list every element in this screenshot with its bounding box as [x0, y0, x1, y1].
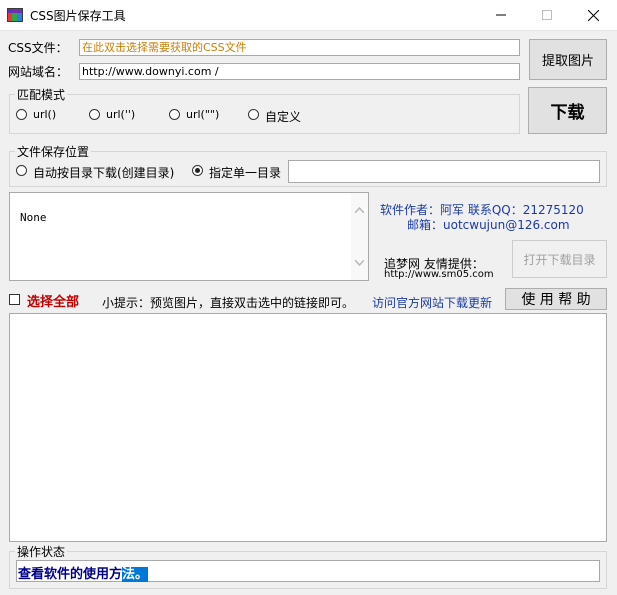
radio-icon	[89, 109, 100, 120]
save-option-single-dir[interactable]: 指定单一目录	[192, 165, 287, 180]
match-option-url-plain[interactable]: url()	[16, 108, 76, 123]
match-option-custom[interactable]: 自定义	[248, 109, 318, 124]
close-icon	[587, 9, 599, 21]
log-scrollbar[interactable]	[351, 193, 368, 280]
site-domain-label: 网站域名：	[8, 65, 69, 79]
status-text: 查看软件的使用方	[18, 567, 123, 582]
site-domain-input[interactable]: http://www.downyi.com /	[79, 63, 520, 80]
close-button[interactable]	[570, 0, 616, 30]
tip-text: 小提示：预览图片，直接双击选中的链接即可。	[102, 296, 355, 310]
image-link-list[interactable]	[9, 313, 607, 542]
match-option-url-single-quote[interactable]: url('')	[89, 108, 149, 123]
maximize-icon	[542, 10, 552, 20]
author-email: 邮箱：uotcwujun@126.com	[407, 218, 570, 232]
status-text-selected: 法。	[122, 567, 149, 582]
radio-icon	[16, 109, 27, 120]
open-download-dir-button[interactable]: 打开下载目录	[512, 240, 607, 278]
maximize-button[interactable]	[524, 0, 570, 30]
match-option-url-double-quote[interactable]: url("")	[169, 108, 229, 123]
log-textarea[interactable]: None	[9, 192, 369, 281]
title-bar: CSS图片保存工具	[0, 0, 617, 31]
save-directory-input[interactable]	[288, 160, 600, 183]
select-all-label[interactable]: 选择全部	[27, 291, 79, 310]
sponsor-url: http://www.sm05.com	[384, 269, 494, 280]
radio-checked-icon	[192, 165, 203, 176]
status-title: 操作状态	[15, 543, 68, 560]
download-button[interactable]: 下载	[528, 87, 607, 134]
radio-icon	[169, 109, 180, 120]
minimize-icon	[496, 14, 506, 16]
scroll-up-icon	[355, 207, 364, 213]
select-all-checkbox[interactable]	[9, 294, 20, 305]
app-icon	[7, 8, 23, 22]
scroll-down-icon	[355, 260, 364, 266]
radio-icon	[248, 109, 259, 120]
radio-icon	[16, 165, 27, 176]
minimize-button[interactable]	[478, 0, 524, 30]
save-location-title: 文件保存位置	[15, 143, 92, 160]
help-button[interactable]: 使 用 帮 助	[505, 288, 607, 310]
save-option-auto-dir[interactable]: 自动按目录下载(创建目录)	[16, 165, 178, 180]
extract-images-button[interactable]: 提取图片	[529, 39, 607, 80]
css-file-label: CSS文件：	[8, 41, 68, 55]
window-title: CSS图片保存工具	[30, 9, 126, 23]
match-mode-title: 匹配模式	[15, 86, 68, 103]
css-file-input[interactable]: 在此双击选择需要获取的CSS文件	[79, 39, 520, 56]
status-input[interactable]: 查看软件的使用方法。	[16, 560, 600, 582]
log-text: None	[20, 211, 47, 224]
official-site-link[interactable]: 访问官方网站下载更新	[372, 294, 492, 311]
